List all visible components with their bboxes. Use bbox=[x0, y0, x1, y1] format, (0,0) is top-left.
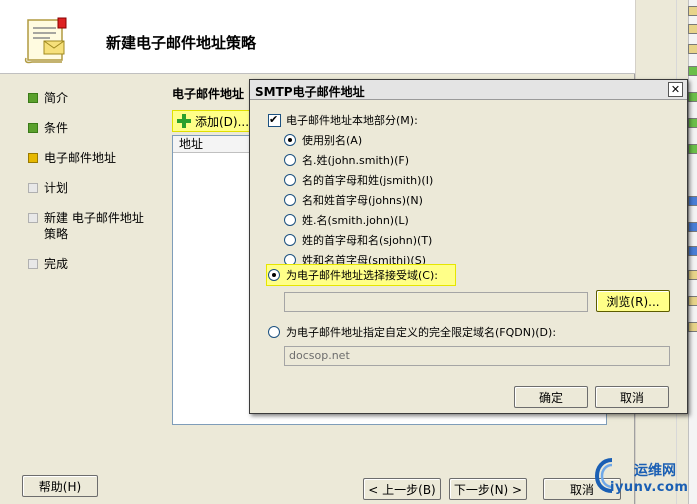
help-button[interactable]: 帮助(H) bbox=[22, 475, 98, 497]
step-label: 条件 bbox=[44, 121, 69, 135]
toolbar-icon[interactable] bbox=[688, 222, 697, 232]
step-conditions: 条件 bbox=[28, 120, 158, 136]
toolbar-icon[interactable] bbox=[688, 296, 697, 306]
toolbar-icon[interactable] bbox=[688, 246, 697, 256]
step-label: 新建 电子邮件地址策略 bbox=[44, 211, 144, 241]
add-address-button[interactable]: 添加(D)... bbox=[172, 110, 257, 132]
toolbar-icon[interactable] bbox=[688, 6, 697, 16]
accepted-domain-input[interactable] bbox=[284, 292, 588, 312]
toolbar-icon[interactable] bbox=[688, 92, 697, 102]
radio-button[interactable] bbox=[284, 214, 296, 226]
radio-button[interactable] bbox=[284, 174, 296, 186]
radio-button[interactable] bbox=[284, 194, 296, 206]
radio-button[interactable] bbox=[284, 234, 296, 246]
toolbar-icon[interactable] bbox=[688, 144, 697, 154]
radio-button[interactable] bbox=[268, 269, 280, 281]
wizard-title: 新建电子邮件地址策略 bbox=[106, 34, 257, 52]
browse-button[interactable]: 浏览(R)... bbox=[596, 290, 670, 312]
step-complete-icon bbox=[28, 93, 38, 103]
accepted-domain-option[interactable]: 为电子邮件地址选择接受域(C): bbox=[268, 267, 438, 283]
radio-first-dot-last[interactable]: 名.姓(john.smith)(F) bbox=[284, 152, 409, 168]
next-button[interactable]: 下一步(N) > bbox=[449, 478, 527, 500]
radio-label: 姓.名(smith.john)(L) bbox=[302, 214, 409, 227]
watermark-text: 运维网 bbox=[634, 463, 676, 479]
toolbar-icon[interactable] bbox=[688, 66, 697, 76]
watermark-url: iyunv.com bbox=[610, 480, 689, 495]
close-icon[interactable]: ✕ bbox=[668, 82, 683, 97]
radio-label: 名的首字母和姓(jsmith)(I) bbox=[302, 174, 434, 187]
radio-label: 姓的首字母和名(sjohn)(T) bbox=[302, 234, 433, 247]
step-email-addresses: 电子邮件地址 bbox=[28, 150, 158, 166]
radio-first-initial[interactable]: 名和姓首字母(johns)(N) bbox=[284, 192, 423, 208]
radio-button[interactable] bbox=[284, 134, 296, 146]
radio-label: 名和姓首字母(johns)(N) bbox=[302, 194, 423, 207]
step-pending-icon bbox=[28, 259, 38, 269]
step-label: 电子邮件地址 bbox=[44, 151, 117, 165]
dialog-title-bar[interactable]: SMTP电子邮件地址 ✕ bbox=[250, 80, 687, 100]
local-part-option[interactable]: 电子邮件地址本地部分(M): bbox=[268, 112, 418, 128]
accepted-domain-label: 为电子邮件地址选择接受域(C): bbox=[286, 269, 438, 282]
step-complete: 完成 bbox=[28, 256, 158, 272]
step-label: 简介 bbox=[44, 91, 69, 105]
step-pending-icon bbox=[28, 213, 38, 223]
radio-button[interactable] bbox=[284, 154, 296, 166]
plus-icon bbox=[176, 113, 192, 129]
radio-last-initial-first[interactable]: 姓的首字母和名(sjohn)(T) bbox=[284, 232, 432, 248]
step-schedule: 计划 bbox=[28, 180, 158, 196]
dialog-title: SMTP电子邮件地址 bbox=[255, 85, 365, 99]
dialog-cancel-button[interactable]: 取消 bbox=[595, 386, 669, 408]
wizard-steps: 简介 条件 电子邮件地址 计划 新建 电子邮件地址策略 完成 bbox=[28, 90, 158, 286]
toolbar-icon[interactable] bbox=[688, 24, 697, 34]
toolbar-icon[interactable] bbox=[688, 270, 697, 280]
back-button[interactable]: < 上一步(B) bbox=[363, 478, 441, 500]
toolbar-icon[interactable] bbox=[688, 44, 697, 54]
local-part-label: 电子邮件地址本地部分(M): bbox=[286, 114, 418, 127]
fqdn-option[interactable]: 为电子邮件地址指定自定义的完全限定域名(FQDN)(D): bbox=[268, 324, 556, 340]
ok-button[interactable]: 确定 bbox=[514, 386, 588, 408]
radio-label: 使用别名(A) bbox=[302, 134, 363, 147]
step-label: 完成 bbox=[44, 257, 69, 271]
radio-initial-last[interactable]: 名的首字母和姓(jsmith)(I) bbox=[284, 172, 433, 188]
toolbar-icon[interactable] bbox=[688, 118, 697, 128]
step-pending-icon bbox=[28, 183, 38, 193]
add-address-label: 添加(D)... bbox=[195, 114, 250, 129]
radio-button[interactable] bbox=[268, 326, 280, 338]
step-complete-icon bbox=[28, 123, 38, 133]
fqdn-input[interactable]: docsop.net bbox=[284, 346, 670, 366]
wizard-header: 新建电子邮件地址策略 bbox=[0, 0, 635, 74]
step-current-icon bbox=[28, 153, 38, 163]
step-new-policy: 新建 电子邮件地址策略 bbox=[28, 210, 148, 242]
local-part-checkbox[interactable] bbox=[268, 113, 281, 127]
radio-label: 名.姓(john.smith)(F) bbox=[302, 154, 410, 167]
section-title: 电子邮件地址 bbox=[172, 87, 245, 101]
fqdn-label: 为电子邮件地址指定自定义的完全限定域名(FQDN)(D): bbox=[286, 326, 557, 339]
toolbar-icon[interactable] bbox=[688, 196, 697, 206]
radio-last-dot-first[interactable]: 姓.名(smith.john)(L) bbox=[284, 212, 409, 228]
toolbar-icon[interactable] bbox=[688, 322, 697, 332]
step-intro: 简介 bbox=[28, 90, 158, 106]
smtp-email-address-dialog: SMTP电子邮件地址 ✕ 电子邮件地址本地部分(M): 使用别名(A) 名.姓(… bbox=[249, 79, 688, 414]
radio-use-alias[interactable]: 使用别名(A) bbox=[284, 132, 362, 148]
step-label: 计划 bbox=[44, 181, 69, 195]
address-column-header[interactable]: 地址 bbox=[173, 136, 251, 153]
policy-scroll-icon bbox=[24, 17, 67, 64]
